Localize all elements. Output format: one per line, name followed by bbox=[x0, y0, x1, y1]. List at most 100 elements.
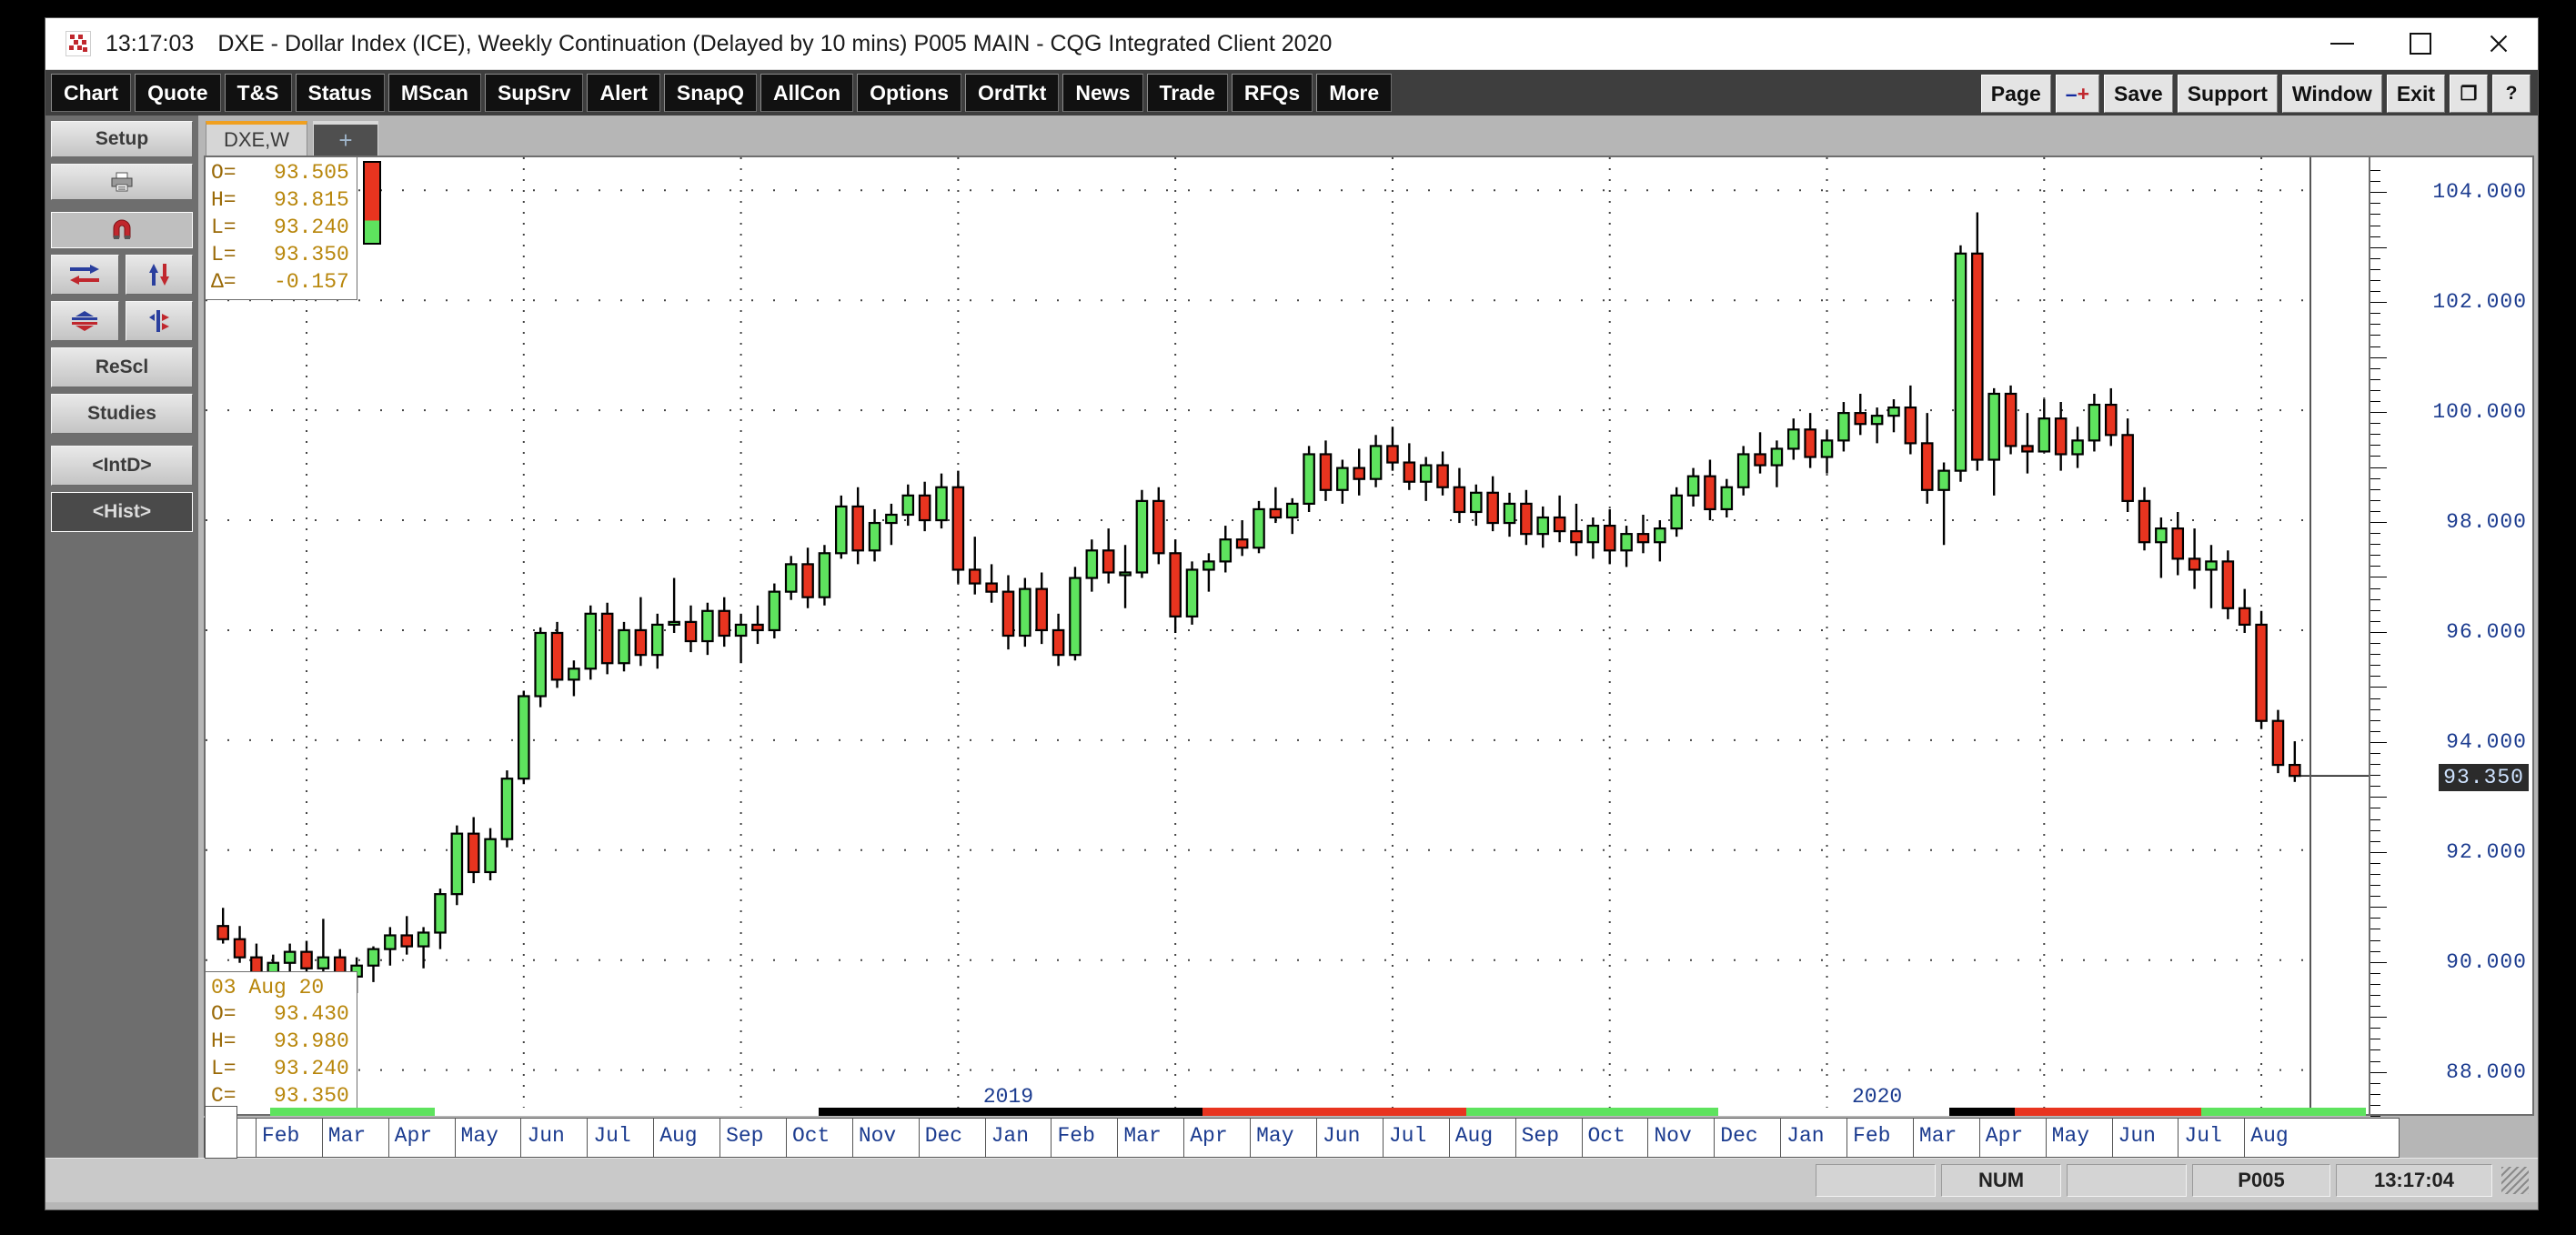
y-axis-tick bbox=[2370, 950, 2380, 952]
quote-date: 03 Aug 20 bbox=[211, 975, 325, 999]
candle bbox=[1085, 539, 1099, 592]
minimize-button[interactable] bbox=[2303, 18, 2381, 69]
candle bbox=[734, 613, 748, 664]
x-axis-separator bbox=[2178, 1119, 2179, 1157]
chart-tab-bar: DXE,W + bbox=[198, 119, 2538, 156]
navigator-segment[interactable] bbox=[270, 1108, 436, 1116]
sidebar-item-scroll-vertical[interactable] bbox=[125, 255, 193, 295]
plus-icon: + bbox=[2077, 81, 2089, 105]
sidebar-item-history[interactable]: <Hist> bbox=[51, 492, 193, 532]
toolbar-button-more[interactable]: More bbox=[1316, 74, 1393, 112]
candle bbox=[835, 495, 848, 559]
chart-main: DXE,W + O= 93.505 H= 93.815 L= 93.240 L=… bbox=[198, 115, 2538, 1159]
navigator-segment[interactable] bbox=[1202, 1108, 1466, 1116]
toolbar-button-mscan[interactable]: MScan bbox=[387, 74, 481, 112]
minimize-icon bbox=[2330, 43, 2354, 45]
sidebar-item-studies[interactable]: Studies bbox=[51, 394, 193, 434]
y-axis-tick bbox=[2370, 181, 2380, 183]
x-axis-separator bbox=[1714, 1119, 1716, 1157]
x-axis-separator bbox=[1514, 1119, 1516, 1157]
x-axis-label: Sep bbox=[1521, 1124, 1560, 1148]
toolbar-button-chart[interactable]: Chart bbox=[51, 74, 132, 112]
navigator-segment[interactable] bbox=[2014, 1108, 2201, 1116]
candle bbox=[751, 605, 764, 645]
toolbar-right--[interactable]: ? bbox=[2492, 75, 2531, 113]
x-axis-separator bbox=[255, 1119, 257, 1157]
y-axis-tick bbox=[2370, 741, 2387, 743]
sidebar-item-intraday[interactable]: <IntD> bbox=[51, 446, 193, 486]
navigator-segment[interactable] bbox=[1718, 1108, 1949, 1116]
sidebar-item-compress[interactable] bbox=[51, 301, 119, 341]
quote-value: 93.980 bbox=[248, 1029, 349, 1054]
toolbar-button-alert[interactable]: Alert bbox=[587, 74, 660, 112]
candle bbox=[1453, 467, 1466, 524]
main-toolbar: Chart Quote T&S Status MScan SupSrv Alert SnapQ… bbox=[45, 70, 2538, 115]
window-controls bbox=[2303, 18, 2538, 69]
navigator-segment[interactable] bbox=[1465, 1108, 1719, 1116]
status-num: NUM bbox=[1941, 1164, 2061, 1197]
navigator-segment[interactable] bbox=[819, 1108, 1203, 1116]
toolbar-button-news[interactable]: News bbox=[1062, 74, 1143, 112]
x-axis-label: May bbox=[460, 1124, 498, 1148]
quote-value: -0.157 bbox=[248, 269, 349, 294]
navigator-segment[interactable] bbox=[435, 1108, 820, 1116]
candle bbox=[1235, 520, 1249, 557]
navigator-segment[interactable] bbox=[2200, 1108, 2366, 1116]
x-axis-bar[interactable]: Feb Mar Apr May Jun Jul Aug Sep Oct Nov Dec Jan Feb M… bbox=[204, 1106, 2400, 1159]
sidebar-item-rescale[interactable]: ReScl bbox=[51, 347, 193, 387]
sidebar-item-magnet[interactable] bbox=[51, 212, 193, 248]
toolbar-right-page[interactable]: Page bbox=[1980, 75, 2051, 113]
sidebar-item-setup[interactable]: Setup bbox=[51, 121, 193, 157]
quote-value: 93.240 bbox=[248, 1057, 349, 1081]
resize-grip-icon[interactable] bbox=[2501, 1167, 2529, 1194]
candle bbox=[851, 487, 864, 565]
toolbar-button-supsrv[interactable]: SupSrv bbox=[484, 74, 584, 112]
candle bbox=[1503, 492, 1516, 537]
y-axis-labels[interactable]: 104.000 102.000 100.000 98.000 96.000 94.000 9… bbox=[2398, 156, 2534, 1116]
price-marker-bar bbox=[363, 161, 381, 245]
x-axis-home-button[interactable] bbox=[205, 1106, 237, 1159]
sidebar-item-label: Studies bbox=[87, 403, 156, 424]
toolbar-right-window[interactable]: Window bbox=[2281, 75, 2382, 113]
candle bbox=[951, 470, 965, 584]
y-axis-tick bbox=[2370, 533, 2380, 535]
toolbar-button-snapq[interactable]: SnapQ bbox=[663, 74, 758, 112]
toolbar-button-trade[interactable]: Trade bbox=[1146, 74, 1228, 112]
sidebar-item-scroll-horizontal[interactable] bbox=[51, 255, 119, 295]
toolbar-button-allcon[interactable]: AllCon bbox=[760, 74, 854, 112]
quote-key: L= bbox=[211, 215, 236, 239]
quote-value: 93.505 bbox=[248, 161, 349, 185]
status-bar: NUM P005 13:17:04 bbox=[45, 1158, 2538, 1202]
candlestick-plot[interactable]: O= 93.505 H= 93.815 L= 93.240 L= 93.350 … bbox=[204, 156, 2370, 1116]
candle bbox=[2171, 511, 2185, 576]
maximize-button[interactable] bbox=[2381, 18, 2460, 69]
x-axis-separator bbox=[653, 1119, 655, 1157]
candle bbox=[1971, 212, 1984, 471]
toolbar-button-quote[interactable]: Quote bbox=[135, 74, 221, 112]
toolbar-button-status[interactable]: Status bbox=[295, 74, 385, 112]
toolbar-right--[interactable]: ❐ bbox=[2450, 75, 2488, 113]
candle bbox=[1804, 413, 1816, 468]
add-tab-button[interactable]: + bbox=[313, 121, 378, 156]
candle bbox=[216, 908, 229, 944]
candle bbox=[868, 508, 881, 562]
toolbar-right-support[interactable]: Support bbox=[2177, 75, 2278, 113]
toolbar-button-rfqs[interactable]: RFQs bbox=[1231, 74, 1313, 112]
x-axis-label: Aug bbox=[2250, 1124, 2289, 1148]
sidebar-item-expand-split[interactable] bbox=[125, 301, 193, 341]
close-button[interactable] bbox=[2460, 18, 2538, 69]
x-axis-separator bbox=[2111, 1119, 2113, 1157]
toolbar-right-exit[interactable]: Exit bbox=[2386, 75, 2445, 113]
y-axis-tick bbox=[2370, 840, 2380, 842]
toolbar-right-save[interactable]: Save bbox=[2104, 75, 2173, 113]
toolbar-right-zoom[interactable]: – + bbox=[2055, 75, 2099, 113]
navigator-segment[interactable] bbox=[1948, 1108, 2015, 1116]
toolbar-button-ordtkt[interactable]: OrdTkt bbox=[965, 74, 1060, 112]
y-axis-tick bbox=[2370, 994, 2380, 996]
tab-dxe-w[interactable]: DXE,W bbox=[206, 121, 307, 156]
toolbar-button-options[interactable]: Options bbox=[857, 74, 962, 112]
toolbar-button-t-s[interactable]: T&S bbox=[224, 74, 292, 112]
candle bbox=[1269, 487, 1283, 524]
sidebar-item-print[interactable] bbox=[51, 164, 193, 200]
titlebar-text: DXE - Dollar Index (ICE), Weekly Continu… bbox=[217, 30, 1333, 56]
